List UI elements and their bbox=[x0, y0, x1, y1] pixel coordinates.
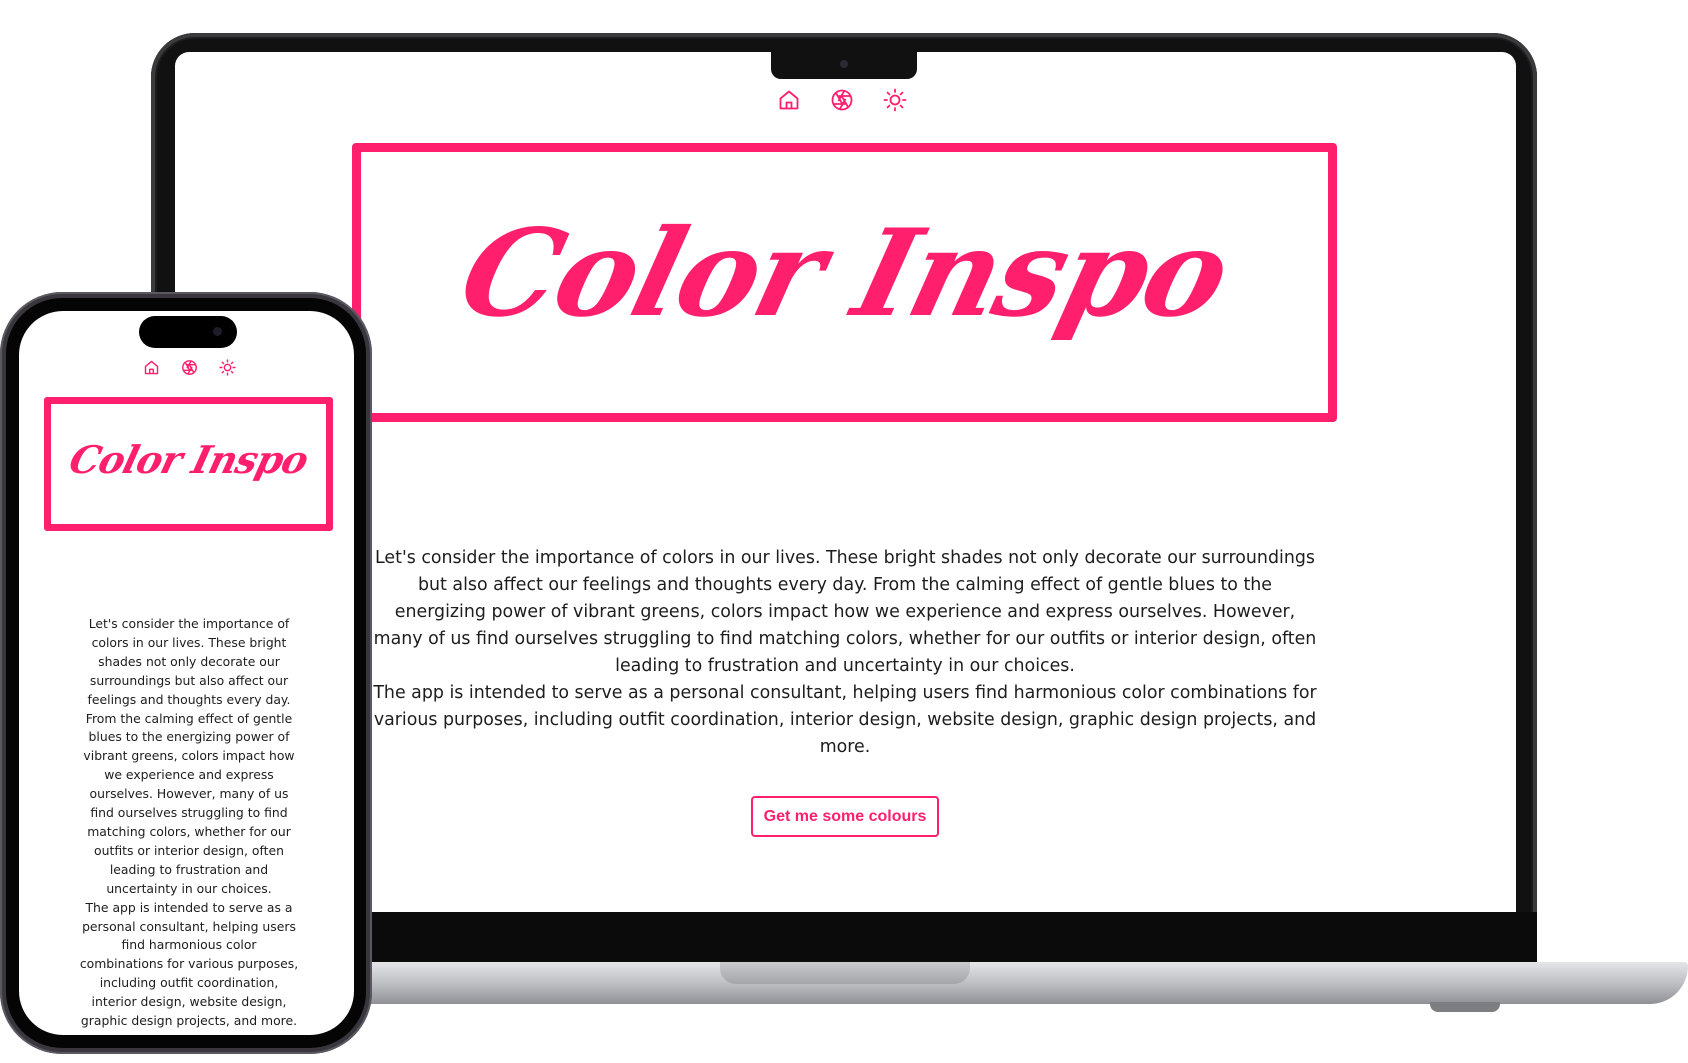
hero-title: Color Inspo bbox=[64, 437, 313, 482]
hero-frame: Color Inspo bbox=[44, 397, 333, 531]
aperture-icon[interactable] bbox=[181, 359, 198, 376]
laptop-screen: Color Inspo Let's consider the importanc… bbox=[175, 52, 1516, 912]
sun-icon[interactable] bbox=[219, 359, 236, 376]
laptop-foot bbox=[1430, 1002, 1500, 1012]
home-icon[interactable] bbox=[143, 359, 160, 376]
dynamic-island bbox=[139, 316, 237, 348]
intro-paragraph-1: Let's consider the importance of colors … bbox=[373, 548, 1317, 676]
front-camera-icon bbox=[213, 327, 222, 336]
top-nav bbox=[143, 359, 236, 376]
intro-paragraph-2: The app is intended to serve as a person… bbox=[79, 899, 299, 1029]
intro-text: Let's consider the importance of colors … bbox=[79, 615, 299, 1031]
intro-paragraph-2: The app is intended to serve as a person… bbox=[373, 683, 1317, 757]
top-nav bbox=[777, 88, 907, 112]
get-colours-button[interactable]: Get me some colours bbox=[751, 796, 939, 837]
intro-text: Let's consider the importance of colors … bbox=[370, 545, 1320, 761]
laptop-opening-notch bbox=[720, 962, 970, 984]
home-icon[interactable] bbox=[777, 88, 801, 112]
phone-screen: Color Inspo Let's consider the importanc… bbox=[19, 311, 354, 1035]
aperture-icon[interactable] bbox=[830, 88, 854, 112]
camera-icon bbox=[840, 60, 848, 68]
hero-frame: Color Inspo bbox=[352, 143, 1337, 422]
hero-title: Color Inspo bbox=[447, 203, 1242, 344]
sun-icon[interactable] bbox=[883, 88, 907, 112]
intro-paragraph-1: Let's consider the importance of colors … bbox=[83, 616, 295, 896]
